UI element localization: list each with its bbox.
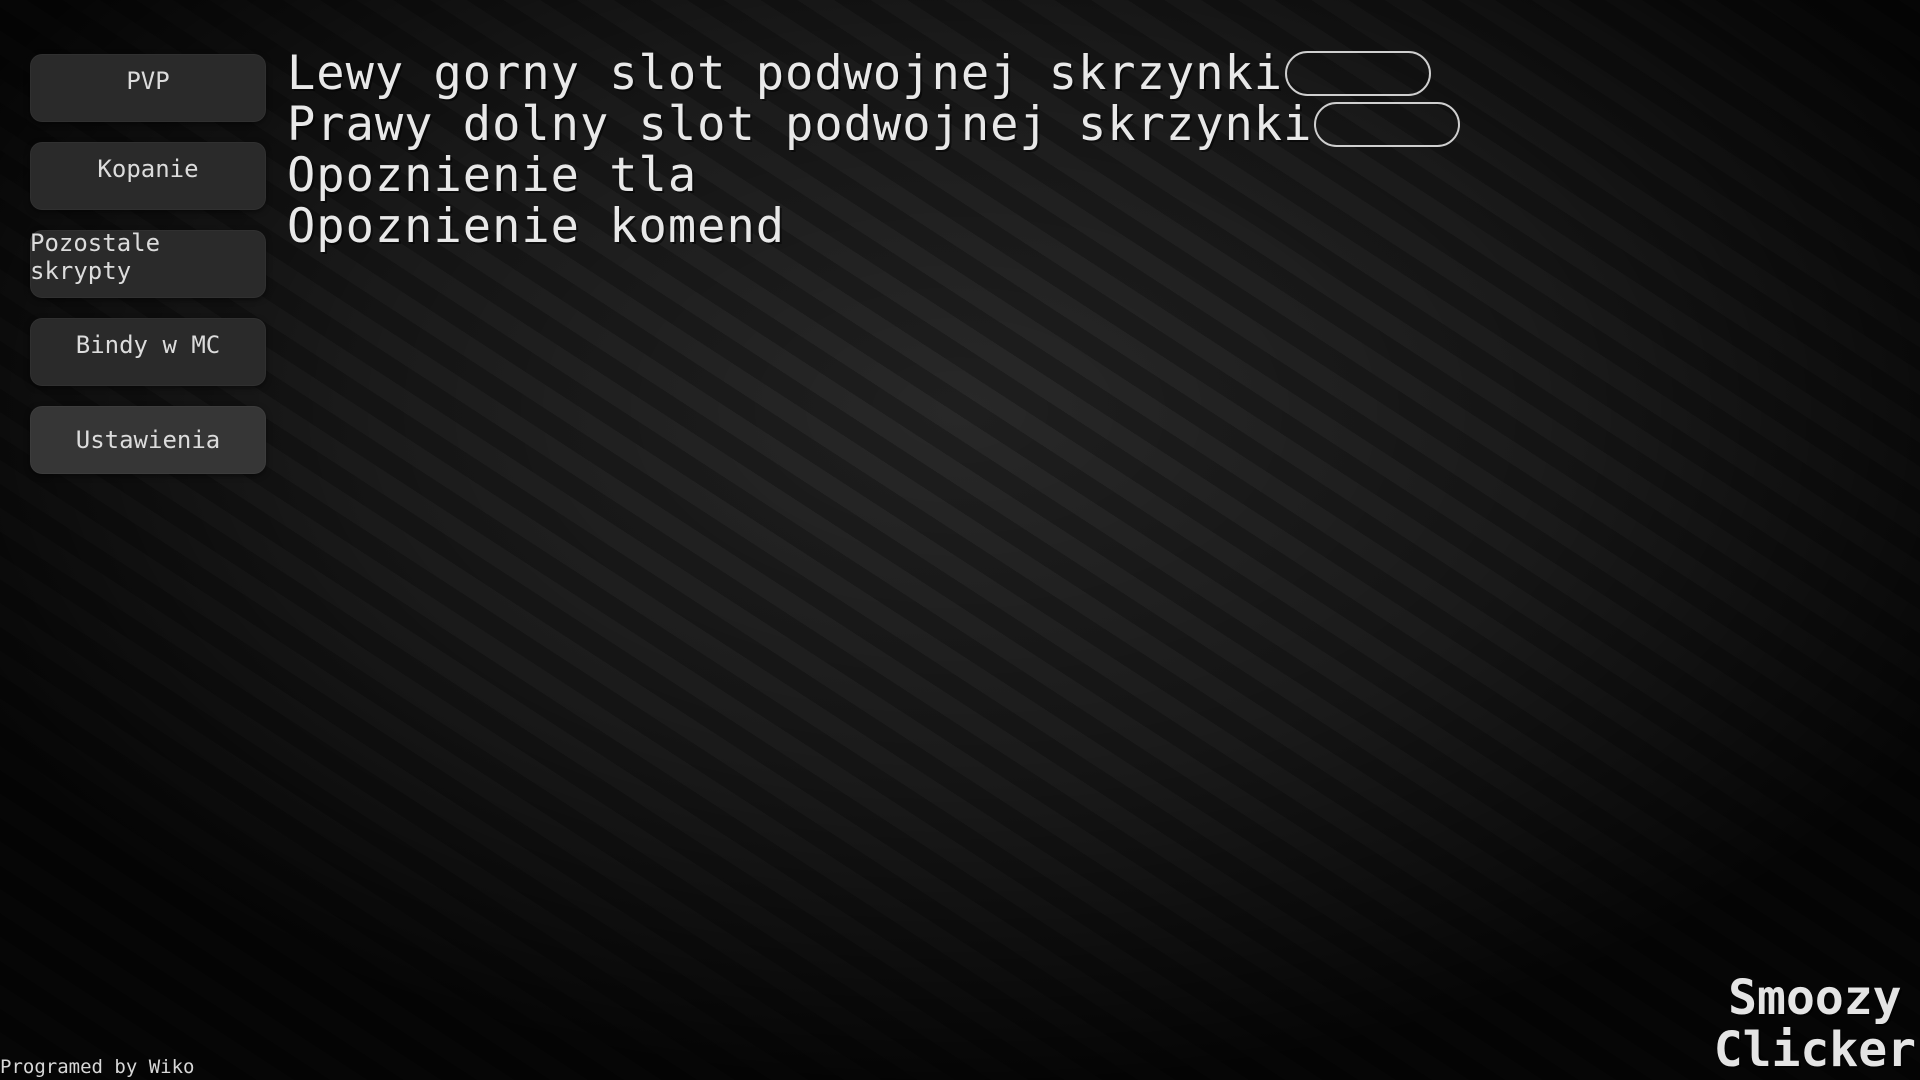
- setting-label: Opoznienie komend: [287, 199, 786, 254]
- sidebar-item-label: Bindy w MC: [75, 331, 221, 359]
- sidebar-item-label: Kopanie: [97, 155, 199, 183]
- brand-logo-text: Smoozy Clicker: [1714, 972, 1916, 1076]
- sidebar-item-label: PVP: [126, 67, 170, 95]
- setting-label: Opoznienie tla: [287, 148, 698, 203]
- sidebar-item-bindy-w-mc[interactable]: Bindy w MC: [30, 318, 266, 386]
- setting-row-command-delay: Opoznienie komend: [287, 201, 1460, 252]
- sidebar-item-pvp[interactable]: PVP: [30, 54, 266, 122]
- setting-label: Lewy gorny slot podwojnej skrzynki: [287, 46, 1284, 101]
- left-top-slot-input[interactable]: [1285, 51, 1432, 96]
- sidebar-item-label: Ustawienia: [75, 426, 221, 454]
- sidebar-item-kopanie[interactable]: Kopanie: [30, 142, 266, 210]
- brand-line-1: Smoozy: [1728, 970, 1902, 1026]
- right-bottom-slot-input[interactable]: [1314, 102, 1461, 147]
- sidebar-item-ustawienia[interactable]: Ustawienia: [30, 406, 266, 474]
- setting-row-right-bottom-slot: Prawy dolny slot podwojnej skrzynki: [287, 97, 1461, 152]
- settings-panel: Lewy gorny slot podwojnej skrzynki Prawy…: [287, 48, 1461, 252]
- sidebar-item-label: Pozostale skrypty: [30, 229, 161, 285]
- setting-label: Prawy dolny slot podwojnej skrzynki: [287, 97, 1313, 152]
- setting-row-background-delay: Opoznienie tla: [287, 150, 1460, 201]
- footer-credit: Programed by Wiko: [0, 1056, 195, 1078]
- sidebar-item-pozostale-skrypty[interactable]: Pozostale skrypty: [30, 229, 266, 298]
- sidebar-menu: PVP Kopanie Pozostale skrypty Bindy w MC…: [30, 54, 266, 474]
- brand-line-2: Clicker: [1713, 1022, 1916, 1078]
- setting-row-left-top-slot: Lewy gorny slot podwojnej skrzynki: [287, 48, 1460, 99]
